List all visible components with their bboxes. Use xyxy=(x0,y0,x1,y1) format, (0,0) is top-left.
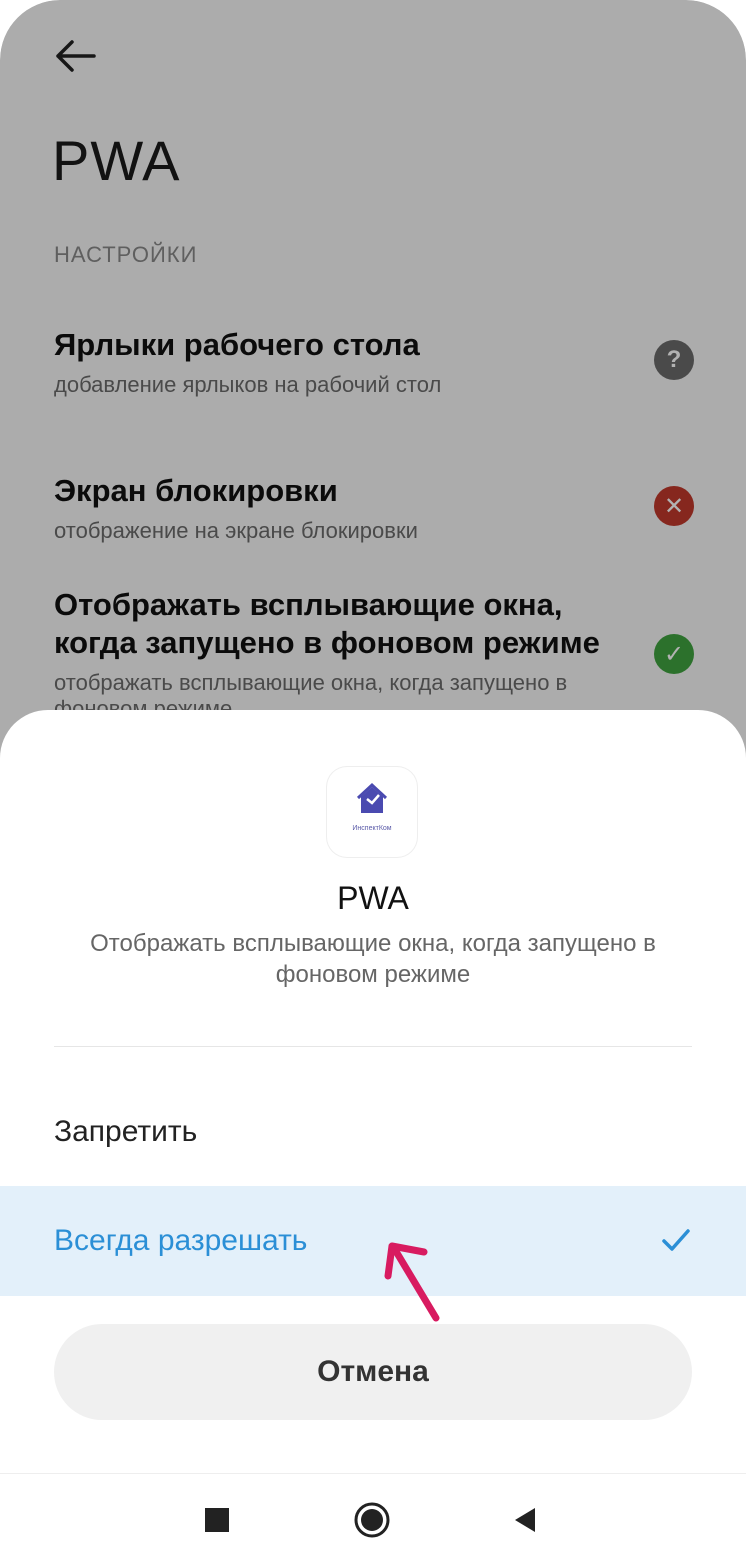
recents-square-icon[interactable] xyxy=(197,1500,237,1540)
nav-divider xyxy=(0,1473,746,1474)
option-deny[interactable]: Запретить xyxy=(0,1077,746,1187)
app-logo-text: ИнспектКом xyxy=(352,825,392,832)
sheet-description: Отображать всплывающие окна, когда запущ… xyxy=(90,930,656,988)
option-label: Запретить xyxy=(54,1115,198,1148)
house-logo-icon xyxy=(356,782,388,813)
phone-screen: PWA НАСТРОЙКИ Ярлыки рабочего стола доба… xyxy=(0,0,746,1564)
back-triangle-icon[interactable] xyxy=(505,1500,545,1540)
annotation-arrow-icon xyxy=(384,1242,440,1322)
cancel-button[interactable]: Отмена xyxy=(54,1324,692,1420)
permission-bottom-sheet: ИнспектКом PWA Отображать всплывающие ок… xyxy=(0,710,746,1564)
home-circle-icon[interactable] xyxy=(352,1500,392,1540)
checkmark-icon xyxy=(662,1229,690,1251)
divider xyxy=(54,1046,692,1047)
sheet-title: PWA xyxy=(337,880,409,916)
app-icon: ИнспектКом xyxy=(327,767,417,857)
option-always-allow[interactable]: Всегда разрешать xyxy=(0,1186,746,1296)
dim-overlay[interactable] xyxy=(0,0,746,760)
option-label: Всегда разрешать xyxy=(54,1224,308,1257)
